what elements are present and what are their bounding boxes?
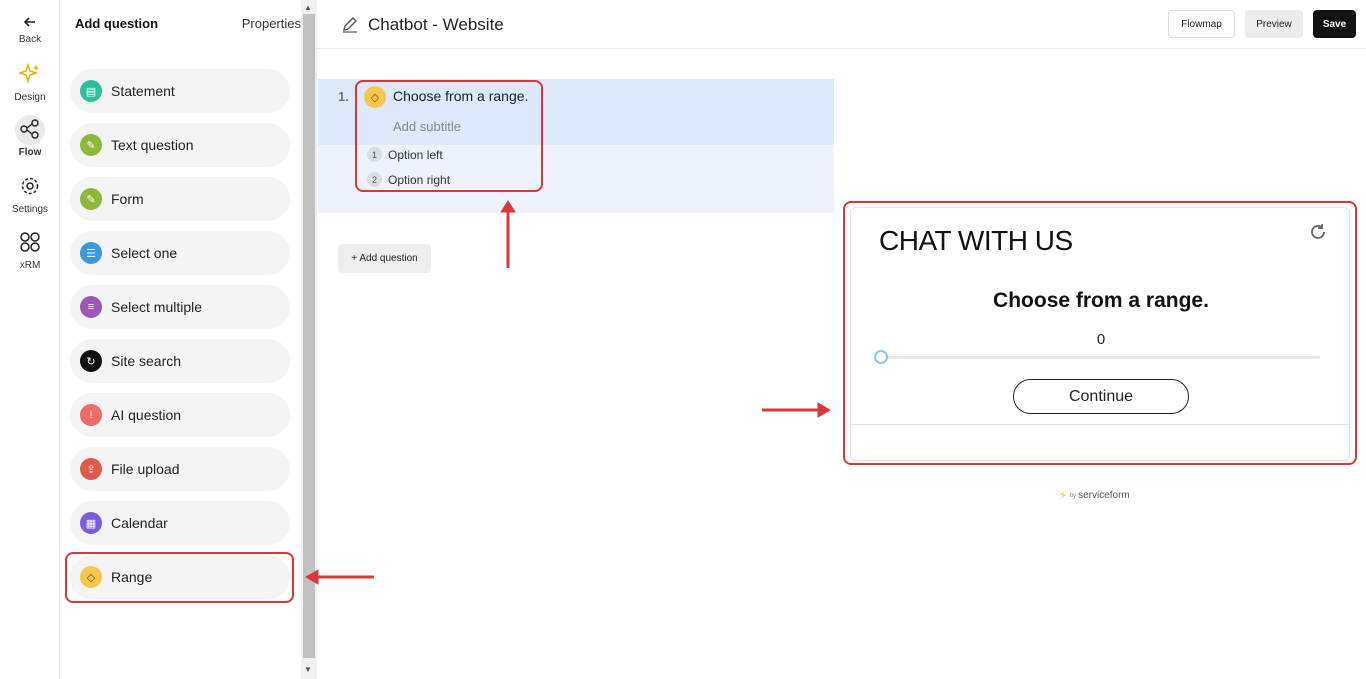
range-highlight-box: [65, 552, 294, 603]
arrow-left-annotation: [305, 569, 374, 585]
arrow-right-annotation: [762, 402, 831, 418]
arrow-up-annotation: [500, 200, 516, 268]
